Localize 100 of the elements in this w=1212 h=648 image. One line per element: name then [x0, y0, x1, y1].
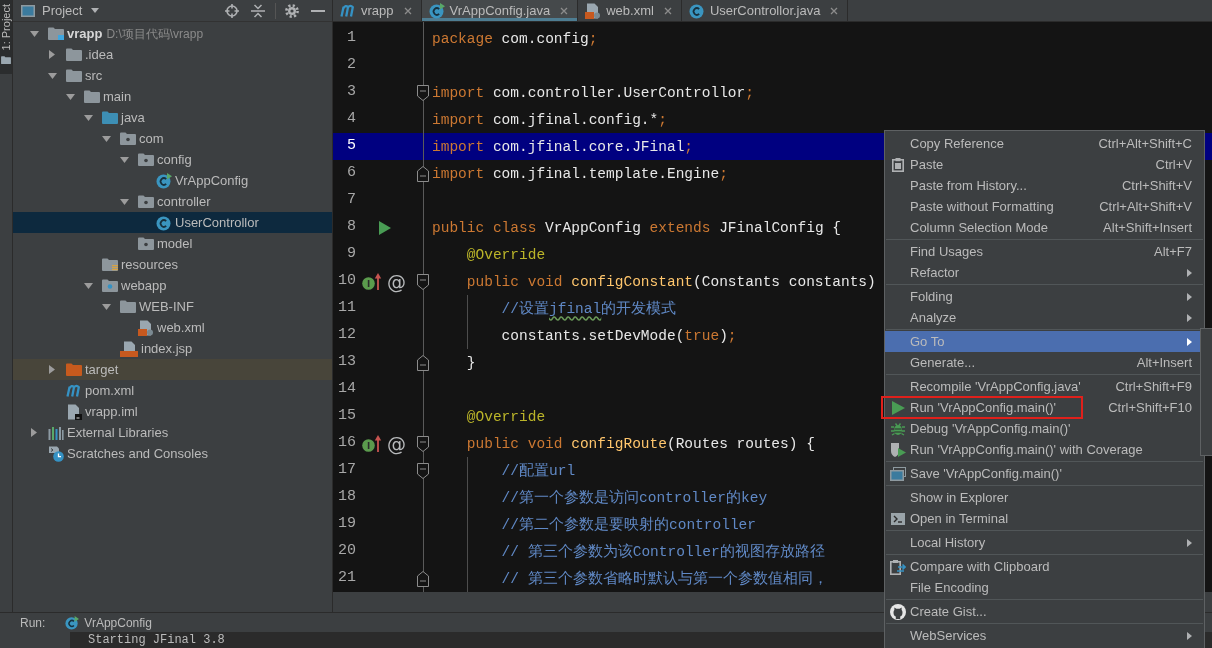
caret-down-icon[interactable] [65, 93, 75, 100]
tree-item[interactable]: .idea [13, 44, 332, 65]
minimize-icon[interactable] [311, 9, 325, 12]
caret-down-icon[interactable] [119, 198, 129, 205]
tree-item[interactable]: controller [13, 191, 332, 212]
editor-tab[interactable]: vrapp [333, 0, 422, 21]
caret-right-icon[interactable] [49, 365, 55, 374]
line-number: 10 [337, 271, 356, 292]
tree-item[interactable]: index.jsp [13, 338, 332, 359]
menu-item[interactable]: Paste Ctrl+V [885, 154, 1204, 175]
m-logo-icon [66, 384, 82, 397]
menu-item[interactable]: Local History [885, 532, 1204, 553]
up-arrow-badge-icon[interactable] [362, 273, 382, 290]
tree-item[interactable]: Scratches and Consoles [13, 443, 332, 464]
panel-title: Run: [20, 614, 46, 632]
package-folder-icon [138, 153, 154, 166]
close-icon[interactable] [830, 6, 839, 15]
caret-right-icon[interactable] [49, 50, 55, 59]
folder-icon [66, 363, 82, 376]
play-icon[interactable] [379, 220, 391, 235]
caret-down-icon[interactable] [47, 72, 57, 79]
menu-item[interactable]: Compare with Clipboard [885, 556, 1204, 577]
editor-tab[interactable]: UserControllor.java [681, 0, 849, 21]
menu-item[interactable]: Debug 'VrAppConfig.main()' [885, 418, 1204, 439]
tree-item[interactable]: VrAppConfig [13, 170, 332, 191]
fold-marker-icon[interactable] [417, 354, 429, 371]
crosshair-icon[interactable] [225, 3, 239, 18]
code-line: @Override [466, 245, 546, 265]
class-icon [156, 214, 172, 231]
menu-item[interactable]: Folding [885, 286, 1204, 307]
iml-file-icon [66, 403, 82, 420]
close-icon[interactable] [403, 6, 412, 15]
fold-marker-icon[interactable] [417, 273, 429, 290]
close-icon[interactable] [663, 6, 672, 15]
settings-icon[interactable] [285, 3, 299, 18]
tree-item[interactable]: web.xml [13, 317, 332, 338]
fold-marker-icon[interactable] [417, 570, 429, 587]
tree-item[interactable]: webapp [13, 275, 332, 296]
tree-item[interactable]: config [13, 149, 332, 170]
caret-down-icon[interactable] [83, 282, 93, 289]
caret-down-icon[interactable] [29, 30, 39, 37]
code-line: package com.config; [432, 29, 598, 49]
fold-marker-icon[interactable] [417, 462, 429, 479]
folder-icon [84, 90, 100, 103]
tree-item[interactable]: pom.xml [13, 380, 332, 401]
tree-item[interactable]: vrapp.iml [13, 401, 332, 422]
up-arrow-badge-icon[interactable] [362, 435, 382, 452]
tool-window-tab[interactable]: 1: Project [0, 0, 12, 75]
menu-item[interactable]: Refactor [885, 262, 1204, 283]
menu-item[interactable]: Paste without Formatting Ctrl+Alt+Shift+V [885, 196, 1204, 217]
caret-down-icon[interactable] [101, 303, 111, 310]
menu-item[interactable]: Open in Terminal [885, 508, 1204, 529]
editor-tab[interactable]: VrAppConfig.java [421, 0, 579, 21]
code-line: } [466, 353, 476, 373]
menu-item[interactable]: Run 'VrAppConfig.main()' with Coverage [885, 439, 1204, 460]
close-icon[interactable] [560, 6, 569, 15]
code-line: // 第三个参数为该Controller的视图存放路径 [501, 542, 825, 562]
runnable-class-icon [156, 172, 172, 189]
run-tab[interactable]: VrAppConfig [63, 613, 154, 632]
tree-item[interactable]: resources [13, 254, 332, 275]
tree-item[interactable]: External Libraries [13, 422, 332, 443]
menu-item[interactable]: Paste from History... Ctrl+Shift+V [885, 175, 1204, 196]
caret-down-icon[interactable] [119, 156, 129, 163]
tree-item[interactable]: main [13, 86, 332, 107]
menu-item[interactable]: Copy Reference Ctrl+Alt+Shift+C [885, 133, 1204, 154]
caret-down-icon[interactable] [101, 135, 111, 142]
caret-down-icon[interactable] [83, 114, 93, 121]
tree-item[interactable]: com [13, 128, 332, 149]
jsp-file-icon [120, 340, 138, 357]
editor-tab[interactable]: web.xml [578, 0, 682, 21]
menu-item[interactable]: Save 'VrAppConfig.main()' [885, 463, 1204, 484]
menu-item[interactable]: Generate... Alt+Insert [885, 352, 1204, 373]
code-line: constants.setDevMode(true); [501, 326, 737, 346]
at-sign-marker[interactable]: @ [387, 271, 406, 292]
fold-marker-icon[interactable] [417, 435, 429, 452]
window-icon [890, 466, 906, 481]
menu-item[interactable]: Create Gist... [885, 601, 1204, 622]
menu-item[interactable]: Run 'VrAppConfig.main()' Ctrl+Shift+F10 [885, 397, 1204, 418]
tree-item[interactable]: model [13, 233, 332, 254]
tree-item[interactable]: src [13, 65, 332, 86]
tree-item[interactable]: target [13, 359, 332, 380]
view-dropdown[interactable]: Project [42, 0, 100, 21]
menu-item[interactable]: WebServices [885, 625, 1204, 646]
tree-item[interactable]: vrapp D:\项目代码\vrapp [13, 23, 332, 44]
caret-right-icon[interactable] [31, 428, 37, 437]
collapse-all-icon[interactable] [251, 3, 265, 18]
menu-item[interactable]: Column Selection Mode Alt+Shift+Insert [885, 217, 1204, 238]
at-sign-marker[interactable]: @ [387, 433, 406, 454]
fold-marker-icon[interactable] [417, 165, 429, 182]
tree-item[interactable]: java [13, 107, 332, 128]
menu-item[interactable]: Find Usages Alt+F7 [885, 241, 1204, 262]
menu-item[interactable]: File Encoding [885, 577, 1204, 598]
line-number: 20 [337, 541, 356, 562]
menu-item[interactable]: Recompile 'VrAppConfig.java' Ctrl+Shift+F9 [885, 376, 1204, 397]
line-number: 17 [337, 460, 356, 481]
tree-item[interactable]: UserControllor [13, 212, 332, 233]
menu-item[interactable]: Show in Explorer [885, 487, 1204, 508]
fold-marker-icon[interactable] [417, 84, 429, 101]
menu-item[interactable]: Analyze [885, 307, 1204, 328]
tree-item[interactable]: WEB-INF [13, 296, 332, 317]
